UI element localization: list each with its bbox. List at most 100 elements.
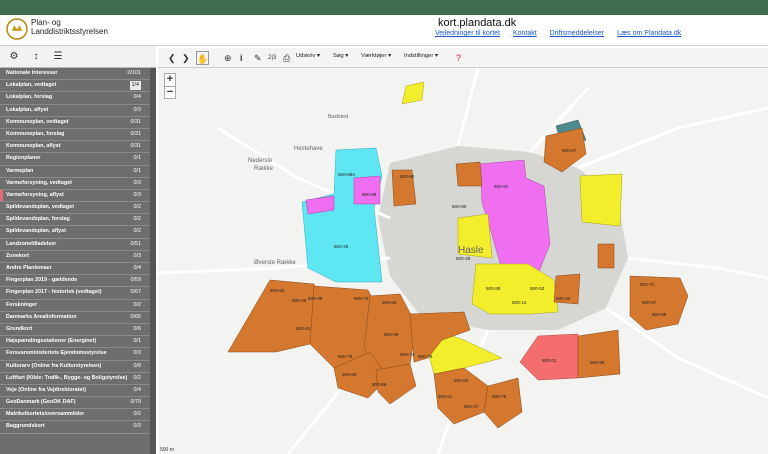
layer-row[interactable]: GeoDanmark (GeoDK DAF) 0/79: [0, 397, 156, 410]
link-driftsmeddelelser[interactable]: Driftsmeddelelser: [550, 30, 604, 37]
layer-row[interactable]: Lokalplan, vedtaget 1/4: [0, 80, 156, 93]
layer-count: 0/3: [133, 191, 142, 198]
layer-count: 0/4: [133, 386, 142, 393]
layer-count: 0/6: [133, 325, 142, 332]
info-icon[interactable]: i: [240, 51, 243, 65]
link-kontakt[interactable]: Kontakt: [513, 30, 537, 37]
map-canvas[interactable]: Badsted Nederste Række Hestehave Øverste Ræk…: [158, 68, 768, 454]
measure-icon[interactable]: ✎: [254, 51, 262, 65]
layer-label: Spildevandsplan, forslag: [6, 216, 70, 223]
zone-code-label: 500-25: [334, 244, 349, 249]
layer-count: 0/3: [133, 423, 142, 430]
print-icon[interactable]: ⎙: [283, 51, 290, 65]
header-links: Vejledninger til kortet Kontakt Driftsme…: [435, 30, 692, 37]
zoom-in-button[interactable]: +: [165, 74, 175, 86]
coordinates-icon[interactable]: 2|3: [268, 51, 276, 65]
top-accent-bar: [0, 0, 768, 15]
menu-udskriv[interactable]: Udskriv ▾: [296, 53, 320, 59]
layer-row[interactable]: Varmeforsyning, aflyst 0/3: [0, 190, 156, 203]
layer-row[interactable]: Matrikelkortets/oversammilder 0/2: [0, 409, 156, 422]
menu-indstillinger[interactable]: Indstillinger ▾: [404, 53, 438, 59]
zone-code-label: 500-60: [400, 174, 415, 179]
layer-row[interactable]: Luftfart (Kilde: Trafik-, Bygge- og Boli…: [0, 373, 156, 385]
layer-count: 0/31: [130, 118, 142, 125]
layer-row[interactable]: Kommuneplan, vedtaget 0/31: [0, 117, 156, 129]
layer-row[interactable]: Danmarks Arealinformation 0/65: [0, 312, 156, 324]
layer-row[interactable]: Regionplaner 0/1: [0, 153, 156, 166]
layer-sidebar: ⚙ ↕ ☰ Nationale Interesser 0/101 Lokalplan…: [0, 46, 156, 454]
zone-code-label: 500-25: [292, 298, 307, 303]
zoom-out-button[interactable]: −: [165, 86, 175, 98]
help-icon[interactable]: ?: [456, 51, 461, 65]
layer-row[interactable]: Fingerplan 2019 - gældende 0/59: [0, 275, 156, 288]
zone-orange-south-2[interactable]: [483, 377, 523, 429]
layer-count: 0/1: [133, 167, 142, 174]
layer-row[interactable]: Veje (Online fra Vejdirektoratet) 0/4: [0, 385, 156, 398]
site-header: Plan- og Landdistriktsstyrelsen kort.pla…: [0, 15, 768, 46]
layer-row[interactable]: Lokalplan, aflyst 0/3: [0, 105, 156, 117]
menu-soeg[interactable]: Søg ▾: [333, 53, 348, 59]
place-label: Øverste Række: [254, 260, 296, 266]
sidebar-scrollbar[interactable]: [150, 68, 156, 454]
layer-row[interactable]: Højspændingsstationer (Energinet) 0/1: [0, 336, 156, 349]
layer-row[interactable]: Landzonetilladelser 0/51: [0, 239, 156, 251]
gear-icon[interactable]: ⚙: [6, 49, 22, 65]
zone-code-label: 500-79: [418, 354, 433, 359]
layer-row[interactable]: Kulturarv (Online fra Kulturstyrelsen) 0/…: [0, 361, 156, 373]
layer-row[interactable]: Varmeforsyning, vedtaget 0/3: [0, 178, 156, 190]
zone-orange-east-1[interactable]: [577, 329, 621, 379]
layer-count: 0/101: [127, 70, 142, 76]
layer-row[interactable]: Spildevandsplan, forslag 0/2: [0, 214, 156, 227]
layer-row[interactable]: Lokalplan, forslag 0/4: [0, 92, 156, 105]
zone-orange-north-2[interactable]: [455, 161, 483, 187]
zone-cyan[interactable]: [301, 147, 383, 283]
layer-count: 0/65: [130, 313, 142, 320]
zone-yellow-right[interactable]: [579, 173, 623, 227]
layer-count: 1/4: [129, 81, 141, 91]
back-arrow-icon[interactable]: ❮: [168, 51, 176, 65]
layer-row[interactable]: Andre Planlemaer 0/4: [0, 263, 156, 276]
layer-row[interactable]: Kommuneplan, aflyst 0/31: [0, 141, 156, 154]
link-vejledninger[interactable]: Vejledninger til kortet: [435, 30, 500, 37]
layer-row[interactable]: Grundkort 0/6: [0, 324, 156, 337]
crown-logo-icon: [6, 18, 28, 40]
layer-row[interactable]: Forskninger 0/2: [0, 300, 156, 312]
zone-code-label: 500-62: [270, 288, 285, 293]
layer-row[interactable]: Varmeplan 0/1: [0, 166, 156, 178]
layer-label: Nationale Interesser: [6, 70, 58, 76]
layer-label: Baggrundskort: [6, 423, 45, 430]
locate-icon[interactable]: ⊕: [224, 51, 232, 65]
zone-magenta-small-1[interactable]: [353, 175, 381, 205]
forward-arrow-icon[interactable]: ❯: [182, 51, 190, 65]
layer-count: 0/9: [133, 362, 142, 369]
layers-icon[interactable]: ☰: [50, 49, 66, 65]
map-svg[interactable]: Badsted Nederste Række Hestehave Øverste Ræk…: [158, 68, 768, 454]
layer-count: 0/59: [130, 277, 142, 284]
layer-label: Lokalplan, vedtaget: [6, 82, 57, 89]
zone-orange-east-4[interactable]: [597, 243, 615, 269]
place-label: Hestehave: [294, 146, 323, 152]
zone-code-label: 500-42: [556, 296, 571, 301]
layer-row[interactable]: Fingerplan 2017 - historisk (vedtaget) 0/…: [0, 287, 156, 300]
layer-row[interactable]: Zonekort 0/3: [0, 251, 156, 263]
sort-icon[interactable]: ↕: [28, 49, 44, 65]
zoom-control: + −: [164, 73, 176, 99]
layer-label: Luftfart (Kilde: Trafik-, Bygge- og Boli…: [6, 374, 128, 381]
zone-yellow-top[interactable]: [401, 81, 425, 105]
zone-red[interactable]: [519, 333, 579, 381]
layer-count: 0/3: [133, 106, 142, 113]
zone-code-label: 500-28: [456, 256, 471, 261]
menu-vaerktoejer[interactable]: Værktøjer ▾: [361, 53, 391, 59]
layer-row[interactable]: Baggrundskort 0/3: [0, 421, 156, 434]
layer-row[interactable]: Nationale Interesser 0/101: [0, 68, 156, 81]
layer-row[interactable]: Forsvarsministeriets Ejendomsstyrelse 0/3: [0, 348, 156, 361]
zone-code-label: 500-12: [512, 300, 527, 305]
layer-row[interactable]: Kommuneplan, forslag 0/31: [0, 129, 156, 142]
zone-orange-east-2[interactable]: [629, 275, 689, 331]
layer-row[interactable]: Spildevandsplan, aflyst 0/2: [0, 226, 156, 239]
layer-label: Regionplaner: [6, 155, 41, 162]
layer-row[interactable]: Spildevandsplan, vedtaget 0/2: [0, 202, 156, 215]
layer-count: 0/3: [133, 179, 142, 186]
link-laes-om[interactable]: Læs om Plandata.dk: [617, 30, 681, 37]
pan-hand-icon[interactable]: ✋: [196, 51, 209, 65]
